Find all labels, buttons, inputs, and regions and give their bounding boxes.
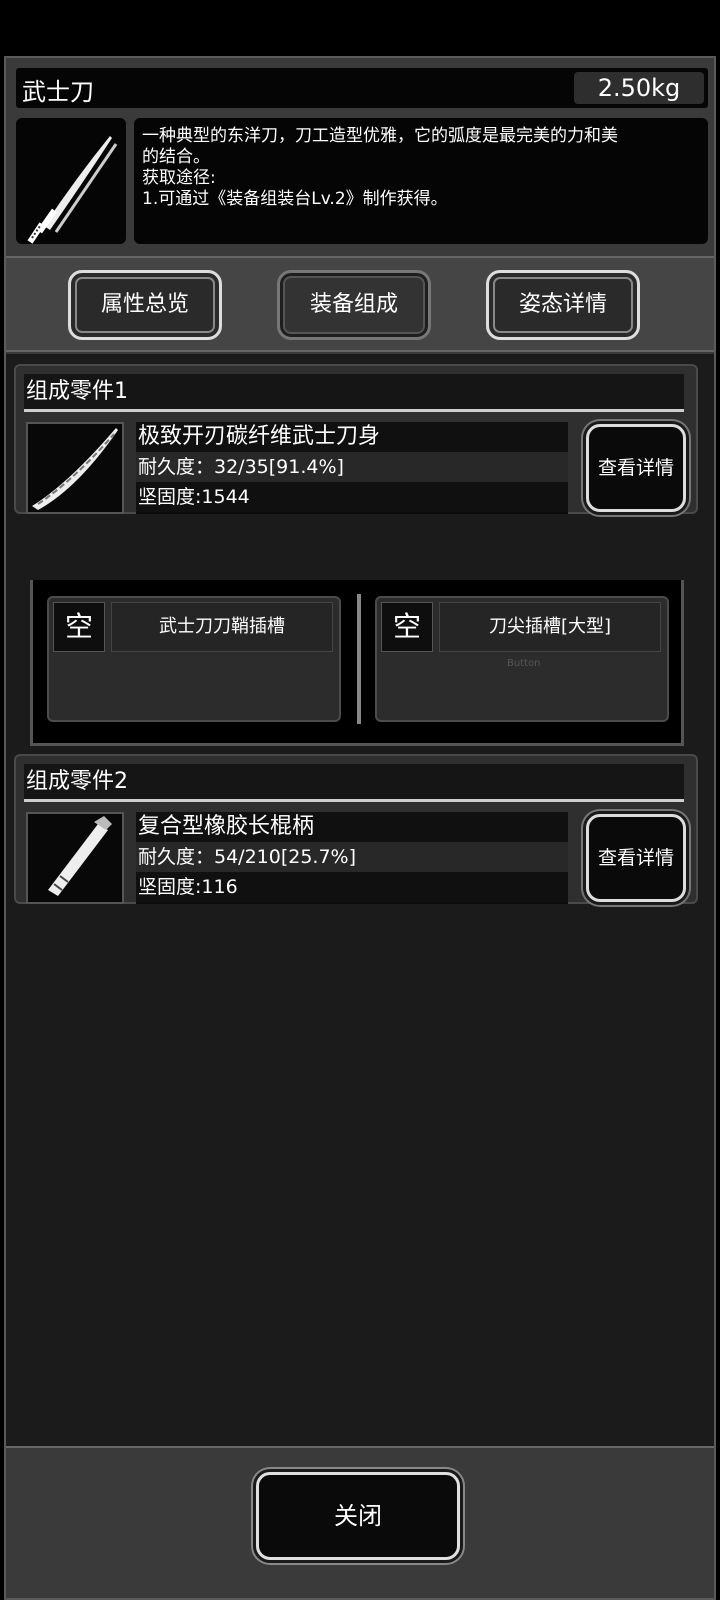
tab-bar: 属性总览 装备组成 姿态详情 — [6, 256, 714, 352]
view-details-button[interactable]: 查看详情 — [586, 814, 686, 902]
slot-sheath[interactable]: 空 武士刀刀鞘插槽 — [47, 596, 341, 722]
slot-divider — [357, 594, 361, 724]
description-line: 的结合。 — [142, 147, 210, 167]
description-line: 1.可通过《装备组装台Lv.2》制作获得。 — [142, 189, 448, 209]
part-image — [26, 812, 124, 904]
tab-equipment-composition[interactable]: 装备组成 — [277, 270, 431, 340]
part-durability: 耐久度：32/35[91.4%] — [136, 452, 568, 482]
part-hardness: 坚固度:1544 — [136, 482, 568, 512]
katana-icon — [27, 136, 118, 244]
part-durability: 耐久度：54/210[25.7%] — [136, 842, 568, 872]
slot-placeholder-label: Button — [507, 658, 541, 669]
part-hardness: 坚固度:116 — [136, 872, 568, 902]
part-header: 组成零件2 — [24, 764, 684, 802]
view-details-button[interactable]: 查看详情 — [586, 424, 686, 512]
part-info: 极致开刃碳纤维武士刀身 耐久度：32/35[91.4%] 坚固度:1544 — [136, 422, 568, 514]
composition-panel: 组成零件1 极致开刃碳纤维武士刀身 耐久度：32/35[91.4%] 坚固度:1… — [6, 354, 714, 1446]
tab-stance-details[interactable]: 姿态详情 — [486, 270, 640, 340]
footer-bar: 关闭 — [6, 1446, 714, 1598]
item-name: 武士刀 — [22, 78, 94, 106]
blade-icon — [32, 428, 118, 510]
item-image — [16, 118, 126, 244]
part-card-1: 组成零件1 极致开刃碳纤维武士刀身 耐久度：32/35[91.4%] 坚固度:1… — [14, 364, 698, 514]
slot-name: 刀尖插槽[大型] — [439, 602, 661, 652]
slot-status: 空 — [53, 602, 105, 652]
item-weight: 2.50kg — [574, 72, 704, 104]
close-button[interactable]: 关闭 — [256, 1472, 460, 1560]
slot-blade-tip[interactable]: 空 刀尖插槽[大型] Button — [375, 596, 669, 722]
item-description: 一种典型的东洋刀，刀工造型优雅，它的弧度是最完美的力和美 的结合。 获取途径: … — [134, 118, 708, 244]
part-name: 复合型橡胶长棍柄 — [136, 812, 568, 842]
part-image — [26, 422, 124, 514]
part-name: 极致开刃碳纤维武士刀身 — [136, 422, 568, 452]
description-line: 获取途径: — [142, 168, 216, 188]
item-detail-window: 武士刀 2.50kg 一种典型的东洋刀，刀工造型优雅，它的弧度是最完美的力和美 … — [4, 56, 716, 1600]
tab-attributes-overview[interactable]: 属性总览 — [68, 270, 222, 340]
description-line: 一种典型的东洋刀，刀工造型优雅，它的弧度是最完美的力和美 — [142, 126, 618, 146]
slot-status: 空 — [381, 602, 433, 652]
slots-panel: 空 武士刀刀鞘插槽 空 刀尖插槽[大型] Button — [30, 580, 684, 746]
part-info: 复合型橡胶长棍柄 耐久度：54/210[25.7%] 坚固度:116 — [136, 812, 568, 904]
handle-icon — [48, 816, 112, 896]
item-title-bar: 武士刀 2.50kg — [16, 68, 708, 108]
slot-name: 武士刀刀鞘插槽 — [111, 602, 333, 652]
part-header: 组成零件1 — [24, 374, 684, 412]
part-card-2: 组成零件2 复合型橡胶长棍柄 耐久度：54/210[25.7%] 坚固度:116… — [14, 754, 698, 904]
